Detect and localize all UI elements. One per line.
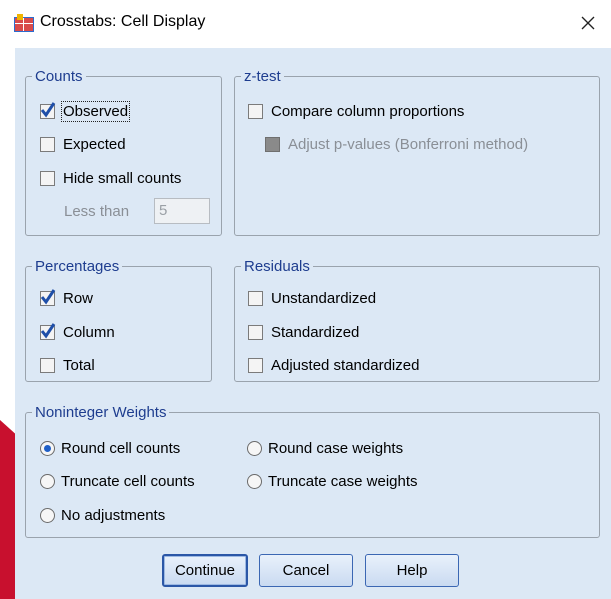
close-button[interactable] [565, 0, 611, 46]
total-checkbox[interactable]: Total [40, 357, 95, 374]
continue-button[interactable]: Continue [162, 554, 248, 587]
adjust-p-values-checkbox: Adjust p-values (Bonferroni method) [265, 136, 528, 153]
standardized-check[interactable] [248, 325, 263, 340]
adjusted-standardized-check[interactable] [248, 358, 263, 373]
standardized-label: Standardized [271, 324, 360, 341]
checkmark-icon [40, 323, 56, 339]
truncate-cell-counts-radio[interactable]: Truncate cell counts [40, 473, 195, 490]
observed-label: Observed [60, 101, 131, 122]
observed-check[interactable] [40, 102, 56, 119]
truncate-cell-counts-label: Truncate cell counts [61, 473, 195, 490]
dialog-body: Counts Observed Expected Hide small coun… [15, 48, 611, 599]
unstandardized-label: Unstandardized [271, 290, 377, 307]
compare-column-proportions-check[interactable] [248, 104, 263, 119]
no-adjustments-label: No adjustments [61, 507, 166, 524]
checkmark-icon [40, 289, 56, 305]
column-checkbox[interactable]: Column [40, 323, 115, 341]
observed-checkbox[interactable]: Observed [40, 101, 131, 122]
standardized-checkbox[interactable]: Standardized [248, 324, 359, 341]
total-check[interactable] [40, 358, 55, 373]
adjust-p-values-label: Adjust p-values (Bonferroni method) [288, 136, 529, 153]
app-icon [14, 14, 34, 32]
noninteger-weights-legend: Noninteger Weights [35, 404, 167, 421]
truncate-case-weights-radio-dot[interactable] [247, 474, 262, 489]
adjusted-standardized-checkbox[interactable]: Adjusted standardized [248, 357, 419, 374]
adjust-p-values-check [265, 137, 280, 152]
row-check[interactable] [40, 289, 56, 306]
truncate-cell-counts-radio-dot[interactable] [40, 474, 55, 489]
no-adjustments-radio-dot[interactable] [40, 508, 55, 523]
column-label: Column [63, 324, 115, 341]
residuals-legend: Residuals [244, 258, 310, 275]
round-cell-counts-radio-dot[interactable] [40, 441, 55, 456]
percentages-legend: Percentages [35, 258, 120, 275]
cancel-button[interactable]: Cancel [259, 554, 353, 587]
compare-column-proportions-checkbox[interactable]: Compare column proportions [248, 103, 464, 120]
compare-column-proportions-label: Compare column proportions [271, 103, 465, 120]
title-bar: Crosstabs: Cell Display [0, 0, 611, 46]
column-check[interactable] [40, 323, 56, 340]
no-adjustments-radio[interactable]: No adjustments [40, 507, 165, 524]
z-test-legend: z-test [244, 68, 281, 85]
round-case-weights-label: Round case weights [268, 440, 404, 457]
row-label: Row [63, 290, 94, 307]
help-button[interactable]: Help [365, 554, 459, 587]
round-case-weights-radio-dot[interactable] [247, 441, 262, 456]
counts-legend: Counts [35, 68, 83, 85]
hide-small-counts-label: Hide small counts [63, 170, 182, 187]
truncate-case-weights-radio[interactable]: Truncate case weights [247, 473, 418, 490]
checkmark-icon [40, 102, 56, 118]
row-checkbox[interactable]: Row [40, 289, 94, 307]
window-title: Crosstabs: Cell Display [40, 13, 206, 30]
total-label: Total [63, 357, 95, 374]
less-than-label: Less than [64, 203, 130, 220]
less-than-input[interactable]: 5 [154, 198, 210, 224]
close-icon [581, 16, 595, 30]
unstandardized-checkbox[interactable]: Unstandardized [248, 290, 376, 307]
hide-small-counts-check[interactable] [40, 171, 55, 186]
adjusted-standardized-label: Adjusted standardized [271, 357, 420, 374]
expected-checkbox[interactable]: Expected [40, 136, 126, 153]
round-cell-counts-radio[interactable]: Round cell counts [40, 440, 180, 457]
truncate-case-weights-label: Truncate case weights [268, 473, 418, 490]
round-case-weights-radio[interactable]: Round case weights [247, 440, 403, 457]
unstandardized-check[interactable] [248, 291, 263, 306]
round-cell-counts-label: Round cell counts [61, 440, 181, 457]
expected-label: Expected [63, 136, 126, 153]
hide-small-counts-checkbox[interactable]: Hide small counts [40, 170, 181, 187]
expected-check[interactable] [40, 137, 55, 152]
